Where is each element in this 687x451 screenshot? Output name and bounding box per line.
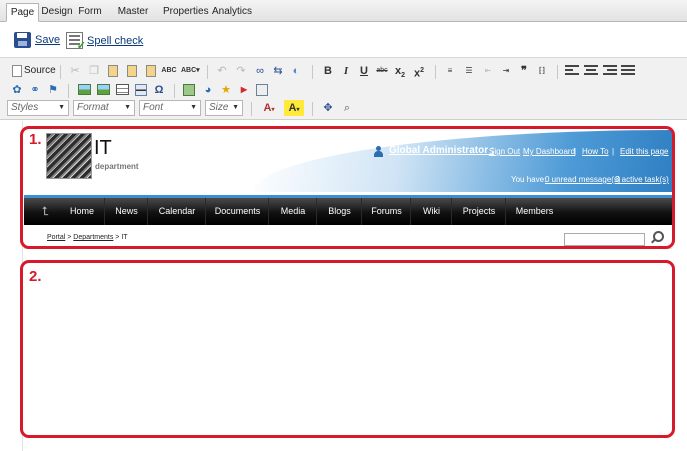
spellcheck-dropdown-icon[interactable]: ABC▾	[181, 63, 200, 79]
save-button[interactable]: Save	[14, 32, 60, 48]
save-icon	[14, 32, 31, 48]
size-label: Size	[209, 102, 229, 113]
chevron-down-icon: ▼	[232, 104, 239, 111]
tab-bar: Page Design Form Master page Properties …	[0, 0, 687, 35]
insert-quick-icon[interactable]	[254, 82, 270, 98]
anchor-flag-icon[interactable]: ⚑	[45, 82, 61, 98]
editor-toolbar: Source ✂ ❐ ABC ABC▾ ↶ ↷ ∞ ⇆ ◐ B I U abc …	[0, 58, 687, 120]
paste-word-icon[interactable]	[143, 63, 159, 79]
align-center-icon[interactable]	[583, 63, 599, 79]
cut-icon[interactable]: ✂	[67, 63, 83, 79]
find-icon[interactable]: ∞	[252, 63, 268, 79]
source-button[interactable]: Source	[24, 65, 56, 76]
copy-icon[interactable]: ❐	[86, 63, 102, 79]
blockquote-icon[interactable]: ❞	[516, 63, 532, 79]
toolbar-separator	[435, 65, 436, 79]
italic-icon[interactable]: I	[338, 63, 354, 79]
underline-icon[interactable]: U	[356, 63, 372, 79]
strikethrough-icon[interactable]: abc	[374, 63, 390, 79]
tab-page[interactable]: Page	[6, 3, 39, 22]
format-label: Format	[77, 102, 109, 113]
chevron-down-icon: ▼	[190, 104, 197, 111]
toolbar-separator	[60, 65, 61, 79]
link-icon[interactable]: ⚭	[27, 82, 43, 98]
zone-1-outline	[20, 126, 675, 249]
outdent-icon[interactable]: ⇤	[480, 63, 496, 79]
save-label: Save	[35, 34, 61, 46]
chevron-down-icon: ▼	[58, 104, 65, 111]
undo-icon[interactable]: ↶	[214, 63, 230, 79]
paste-text-icon[interactable]	[124, 63, 140, 79]
align-right-icon[interactable]	[602, 63, 618, 79]
toolbar-separator	[251, 102, 252, 116]
maximize-icon[interactable]: ✥	[320, 100, 336, 116]
toolbar-separator	[557, 65, 558, 79]
justify-icon[interactable]	[620, 63, 636, 79]
toolbar-separator	[174, 84, 175, 98]
editor-content: IT department Global Administrator : Sig…	[0, 121, 687, 451]
toolbar-separator	[312, 65, 313, 79]
insert-form-icon[interactable]	[181, 82, 197, 98]
spell-check-button[interactable]: Spell check	[66, 32, 144, 52]
div-container-icon[interactable]: ⁅⁆	[534, 63, 550, 79]
action-bar: Save Spell check	[0, 22, 687, 58]
insert-smiley-icon[interactable]: ★	[218, 82, 234, 98]
spell-check-icon	[66, 32, 86, 52]
horizontal-line-icon[interactable]	[133, 82, 149, 98]
select-all-icon[interactable]: ◐	[288, 63, 304, 79]
redo-icon[interactable]: ↷	[233, 63, 249, 79]
tab-properties[interactable]: Properties	[163, 3, 209, 22]
bulleted-list-icon[interactable]: ☰	[461, 63, 477, 79]
inline-widget-icon[interactable]: ✿	[9, 82, 25, 98]
youtube-icon[interactable]: ▶	[236, 82, 252, 98]
indent-icon[interactable]: ⇥	[498, 63, 514, 79]
spell-check-label: Spell check	[87, 34, 144, 47]
zone-2-outline	[20, 260, 675, 438]
toolbar-separator	[312, 102, 313, 116]
zone-1-label: 1.	[29, 131, 42, 148]
bold-icon[interactable]: B	[320, 63, 336, 79]
size-dropdown[interactable]: Size ▼	[205, 100, 243, 116]
spellcheck-icon[interactable]: ABC	[161, 63, 177, 79]
font-label: Font	[143, 102, 164, 113]
align-left-icon[interactable]	[564, 63, 580, 79]
styles-dropdown[interactable]: Styles ▼	[7, 100, 69, 116]
insert-image-icon[interactable]	[76, 82, 92, 98]
tab-form[interactable]: Form	[76, 3, 104, 22]
insert-media-icon[interactable]	[95, 82, 111, 98]
toolbar-separator	[207, 65, 208, 79]
tab-analytics[interactable]: Analytics	[212, 3, 252, 22]
special-char-icon[interactable]: Ω	[151, 82, 167, 98]
numbered-list-icon[interactable]: ≡	[442, 63, 458, 79]
subscript-icon[interactable]: x2	[392, 63, 408, 79]
insert-table-icon[interactable]	[114, 82, 130, 98]
font-dropdown[interactable]: Font ▼	[139, 100, 201, 116]
tab-design[interactable]: Design	[40, 3, 74, 22]
superscript-icon[interactable]: x2	[411, 63, 427, 80]
insert-flash-icon[interactable]: ◕	[200, 82, 216, 98]
text-color-icon[interactable]: A▾	[259, 100, 279, 116]
zone-2-label: 2.	[29, 268, 42, 285]
replace-icon[interactable]: ⇆	[270, 63, 286, 79]
format-dropdown[interactable]: Format ▼	[73, 100, 135, 116]
tab-master-page[interactable]: Master page	[107, 3, 159, 35]
source-icon	[9, 63, 25, 79]
toolbar-separator	[68, 84, 69, 98]
styles-label: Styles	[11, 102, 39, 113]
paste-icon[interactable]	[105, 63, 121, 79]
chevron-down-icon: ▼	[124, 104, 131, 111]
background-color-icon[interactable]: A▾	[284, 100, 304, 116]
show-blocks-icon[interactable]: ⌕	[339, 100, 355, 116]
